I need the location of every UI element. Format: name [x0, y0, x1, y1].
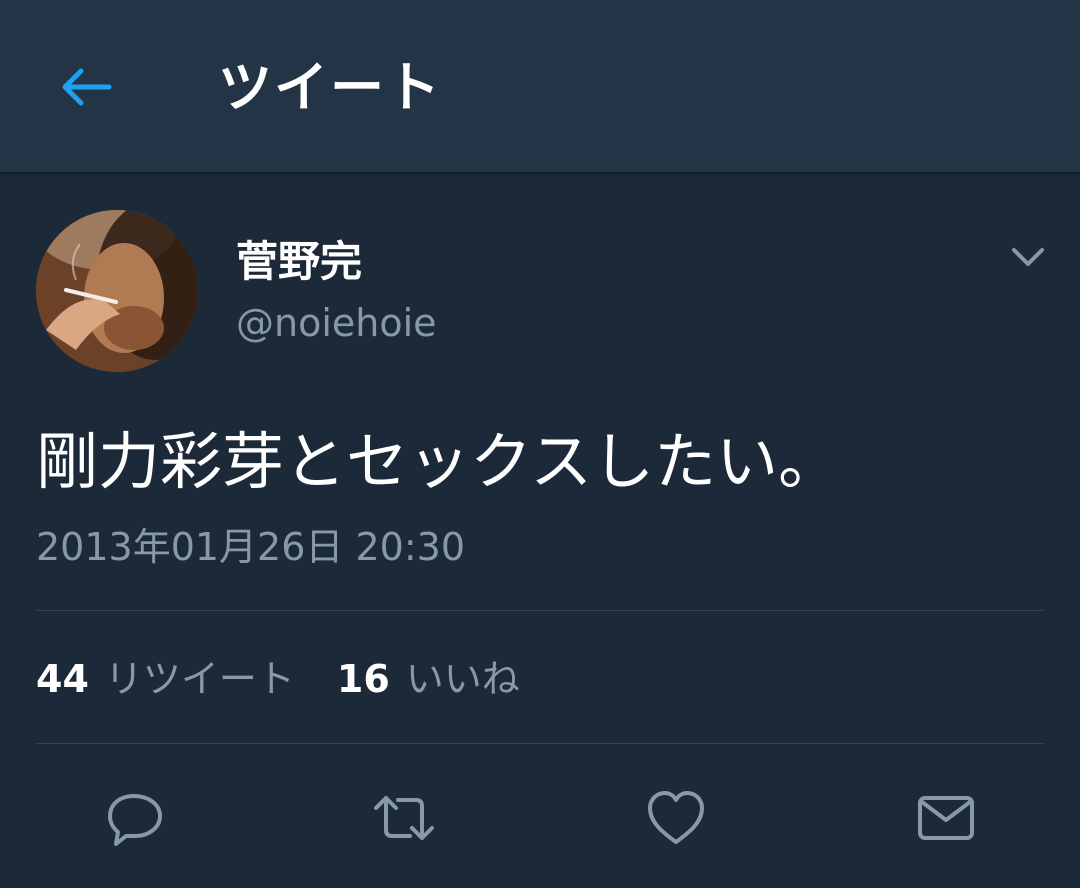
direct-message-button[interactable] — [914, 786, 978, 850]
tweet-menu-button[interactable] — [1006, 234, 1050, 278]
divider — [36, 743, 1044, 744]
like-count-number: 16 — [336, 657, 390, 701]
mail-icon — [914, 796, 978, 854]
reply-button[interactable] — [104, 786, 168, 850]
tweet-stats: 44 リツイート 16 いいね — [36, 652, 562, 706]
reply-icon — [104, 794, 168, 854]
page-title: ツイート — [218, 56, 442, 119]
retweet-icon — [372, 796, 436, 854]
top-bar: ツイート — [0, 0, 1080, 172]
retweet-count-number: 44 — [36, 657, 89, 701]
like-count-label: いいね — [405, 657, 520, 701]
divider — [36, 610, 1044, 611]
user-handle[interactable]: @noiehoie — [236, 298, 437, 348]
tweet-timestamp: 2013年01月26日 20:30 — [36, 525, 466, 569]
retweet-button[interactable] — [372, 786, 436, 850]
retweet-count-label: リツイート — [104, 657, 295, 701]
tweet-text: 剛力彩芽とセックスしたい。 — [36, 425, 841, 498]
avatar[interactable] — [36, 210, 198, 372]
chevron-down-icon — [1006, 248, 1050, 282]
heart-icon — [644, 791, 708, 854]
like-button[interactable] — [644, 786, 708, 850]
like-count[interactable]: 16 いいね — [337, 652, 520, 706]
retweet-count[interactable]: 44 リツイート — [36, 652, 295, 706]
app: ツイート 菅野完 @noiehoie 剛力彩芽とセックスしたい。 2013年01… — [0, 0, 1080, 888]
arrow-left-icon — [57, 65, 113, 113]
tweet-detail: 菅野完 @noiehoie 剛力彩芽とセックスしたい。 2013年01月26日 … — [0, 172, 1080, 888]
back-button[interactable] — [50, 58, 120, 120]
display-name[interactable]: 菅野完 — [236, 234, 362, 290]
